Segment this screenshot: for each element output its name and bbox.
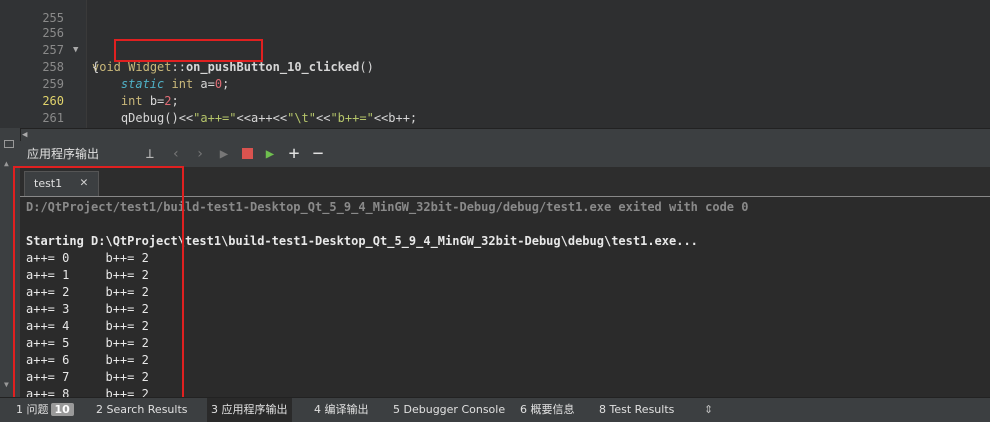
code-line: 261 }	[0, 93, 990, 125]
status-tab-debugger-console[interactable]: 5 Debugger Console	[393, 398, 505, 422]
clean-icon[interactable]: ⊥	[140, 144, 160, 164]
output-toolbar: 应用程序输出 ⊥ ‹ › ▶ ▶ + −	[20, 141, 990, 168]
status-tab-application-output[interactable]: 3 应用程序输出	[207, 398, 292, 422]
collapse-pane-icon[interactable]	[4, 140, 14, 148]
code-line: 262	[0, 110, 990, 127]
output-highlight-box	[13, 166, 184, 402]
stop-icon[interactable]	[237, 144, 257, 164]
status-tab-compile-output[interactable]: 4 编译输出	[314, 398, 369, 422]
remove-icon[interactable]: −	[308, 144, 328, 164]
add-icon[interactable]: +	[284, 144, 304, 164]
status-bar: 1 问题 10 2 Search Results 3 应用程序输出 4 编译输出 …	[0, 397, 990, 422]
status-tab-general-messages[interactable]: 6 概要信息	[520, 398, 575, 422]
output-pane-title: 应用程序输出	[27, 147, 100, 161]
status-tab-search-results[interactable]: 2 Search Results	[96, 398, 188, 422]
issues-count-badge: 10	[50, 403, 74, 416]
editor-horizontal-scrollbar[interactable]: ◀	[20, 128, 990, 141]
more-tabs-icon[interactable]: ⇕	[704, 398, 713, 422]
code-line: 256 ▼ void Widget::on_pushButton_10_clic…	[0, 8, 990, 74]
scroll-up-icon[interactable]: ▲	[4, 159, 9, 168]
scroll-left-icon[interactable]: ◀	[22, 129, 27, 141]
run-icon[interactable]: ▶	[214, 144, 234, 164]
prev-icon[interactable]: ‹	[166, 144, 186, 164]
scroll-down-icon[interactable]: ▼	[4, 380, 9, 389]
status-tab-test-results[interactable]: 8 Test Results	[599, 398, 674, 422]
code-editor[interactable]: 255 256 ▼ void Widget::on_pushButton_10_…	[0, 0, 990, 128]
status-tab-issues[interactable]: 1 问题 10	[16, 398, 74, 422]
next-icon[interactable]: ›	[190, 144, 210, 164]
code-line: 260 qDebug()<<"a++="<<a++<<"\t"<<"b++="<…	[0, 76, 990, 125]
highlight-box	[114, 39, 263, 62]
debug-run-icon[interactable]: ▶	[260, 144, 280, 164]
